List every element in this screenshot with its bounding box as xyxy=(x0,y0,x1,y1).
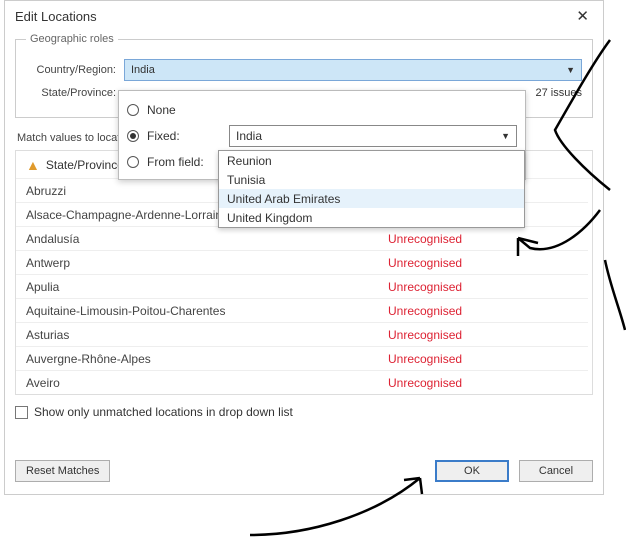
option-none-row[interactable]: None xyxy=(127,97,517,123)
dialog-title: Edit Locations xyxy=(15,9,97,24)
list-item[interactable]: Tunisia xyxy=(219,170,524,189)
chevron-down-icon: ▼ xyxy=(566,65,575,75)
location-name: Aquitaine-Limousin-Poitou-Charentes xyxy=(26,304,388,318)
ok-button[interactable]: OK xyxy=(435,460,509,482)
location-name: Apulia xyxy=(26,280,388,294)
location-status: Unrecognised xyxy=(388,280,578,294)
location-name: Antwerp xyxy=(26,256,388,270)
country-label: Country/Region: xyxy=(26,64,116,76)
show-unmatched-checkbox[interactable] xyxy=(15,406,28,419)
location-name: Aveiro xyxy=(26,376,388,390)
show-unmatched-label: Show only unmatched locations in drop do… xyxy=(34,405,293,419)
edit-locations-dialog: Edit Locations ✕ Geographic roles Countr… xyxy=(4,0,604,495)
warning-icon: ▲ xyxy=(26,157,40,173)
table-row[interactable]: Aquitaine-Limousin-Poitou-CharentesUnrec… xyxy=(16,299,588,323)
table-row[interactable]: AndalusíaUnrecognised xyxy=(16,227,588,251)
reset-matches-button[interactable]: Reset Matches xyxy=(15,460,110,482)
radio-none[interactable] xyxy=(127,104,139,116)
table-row[interactable]: AsturiasUnrecognised xyxy=(16,323,588,347)
cancel-button[interactable]: Cancel xyxy=(519,460,593,482)
option-fixed-label: Fixed: xyxy=(147,129,221,143)
radio-fromfield[interactable] xyxy=(127,156,139,168)
titlebar: Edit Locations ✕ xyxy=(5,1,603,31)
grid-header-label: State/Province xyxy=(46,158,124,172)
fixed-value-combo[interactable]: India ▼ xyxy=(229,125,517,147)
table-row[interactable]: AveiroUnrecognised xyxy=(16,371,588,394)
table-row[interactable]: AntwerpUnrecognised xyxy=(16,251,588,275)
location-status: Unrecognised xyxy=(388,376,578,390)
country-value: India xyxy=(131,64,155,76)
table-row[interactable]: ApuliaUnrecognised xyxy=(16,275,588,299)
show-unmatched-row[interactable]: Show only unmatched locations in drop do… xyxy=(15,405,593,419)
table-row[interactable]: Auvergne-Rhône-AlpesUnrecognised xyxy=(16,347,588,371)
option-none-label: None xyxy=(147,103,221,117)
close-icon[interactable]: ✕ xyxy=(570,7,595,25)
location-status: Unrecognised xyxy=(388,352,578,366)
location-status: Unrecognised xyxy=(388,232,578,246)
list-item[interactable]: United Arab Emirates xyxy=(219,189,524,208)
location-name: Andalusía xyxy=(26,232,388,246)
location-name: Asturias xyxy=(26,328,388,342)
state-label: State/Province: xyxy=(26,87,116,99)
chevron-down-icon: ▼ xyxy=(501,131,510,141)
list-item[interactable]: United Kingdom xyxy=(219,208,524,227)
location-name: Auvergne-Rhône-Alpes xyxy=(26,352,388,366)
location-status: Unrecognised xyxy=(388,304,578,318)
country-row: Country/Region: India ▼ xyxy=(26,59,582,81)
location-status: Unrecognised xyxy=(388,256,578,270)
location-suggestions-list[interactable]: ReunionTunisiaUnited Arab EmiratesUnited… xyxy=(218,150,525,228)
list-item[interactable]: Reunion xyxy=(219,151,524,170)
issues-count: 27 issues xyxy=(536,87,582,99)
location-status: Unrecognised xyxy=(388,328,578,342)
radio-fixed[interactable] xyxy=(127,130,139,142)
option-fromfield-label: From field: xyxy=(147,155,221,169)
fixed-value-text: India xyxy=(236,129,262,143)
country-combo[interactable]: India ▼ xyxy=(124,59,582,81)
dialog-buttons: Reset Matches OK Cancel xyxy=(5,446,603,494)
option-fixed-row[interactable]: Fixed: India ▼ xyxy=(127,123,517,149)
roles-legend: Geographic roles xyxy=(26,33,118,45)
